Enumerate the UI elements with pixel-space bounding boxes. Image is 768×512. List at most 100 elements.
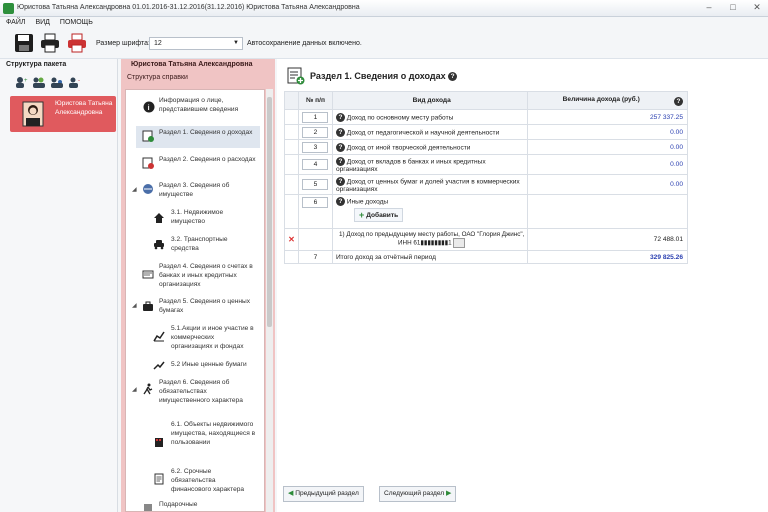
row-number-cell: 5 [297,174,333,195]
row-action [284,124,299,140]
nav-item-used-property[interactable]: 6.1. Объекты недвижимого имущества, нахо… [171,420,257,447]
house-icon [154,213,164,223]
menu-file[interactable]: ФАЙЛ [6,17,25,29]
prev-section-button[interactable]: ◀ Предыдущий раздел [283,486,364,502]
nav-item-section-3[interactable]: Раздел 3. Сведения об имуществе [159,181,257,199]
row-action [284,154,299,175]
remove-person-icon[interactable]: - [68,76,82,88]
help-icon[interactable]: ? [335,197,345,206]
font-size-select[interactable]: 12 ▼ [149,37,243,50]
nav-item-section-6[interactable]: Раздел 6. Сведения об обязательствах иму… [159,378,257,405]
close-button[interactable]: ✕ [750,2,764,14]
nav-scrollbar[interactable] [266,89,273,512]
window-title: Юристова Татьяна Александровна 01.01.201… [17,4,360,11]
row-kind-cell: ? Доход по основному месту работы [331,109,529,125]
help-icon[interactable]: ? [335,156,345,166]
help-icon[interactable]: ? [335,112,345,122]
income-section-icon [287,67,305,85]
print-icon[interactable] [40,33,60,53]
toolbar: Размер шрифта: 12 ▼ Автосохранение данны… [0,29,768,59]
main-content: Раздел 1. Сведения о доходах ? № п/п Вид… [277,59,768,512]
row-kind-cell: ? Иные доходы + Добавить [331,194,529,229]
help-icon[interactable]: ? [335,176,345,186]
row-number-cell: 4 [297,154,333,175]
nav-item-section-2[interactable]: Раздел 2. Сведения о расходах [159,155,257,164]
nav-scrollbar-thumb[interactable] [267,97,272,327]
nav-tree: i Информация о лице, представившем сведе… [125,89,265,512]
table-row-subitem: ✕ 1) Доход по предыдущему месту работы, … [284,228,688,251]
row-number-cell: 2 [297,124,333,140]
nav-item-obligations[interactable]: 6.2. Срочные обязательства финансового х… [171,467,257,494]
print-red-icon[interactable] [67,33,87,53]
font-size-value: 12 [154,40,162,47]
edit-icon[interactable] [453,238,466,248]
car-icon [154,240,164,250]
add-child-icon[interactable] [50,76,64,88]
help-icon[interactable]: ? [674,96,683,106]
briefcase-icon [143,301,153,311]
next-section-button[interactable]: Следующий раздел ▶ [379,486,457,502]
nav-item-shares[interactable]: 5.1.Акции и иное участие в коммерческих … [171,324,257,351]
add-spouse-icon[interactable] [32,76,46,88]
package-toolbar: + - [14,76,82,88]
row-kind: Доход от вкладов в банках и иных кредитн… [335,157,486,173]
nav-item-info[interactable]: Информация о лице, представившем сведени… [159,96,257,114]
row-number-cell: 6 [297,194,333,229]
nav-item-section-5[interactable]: Раздел 5. Сведения о ценных бумагах [159,297,257,315]
nav-item-vehicles[interactable]: 3.2. Транспортные средства [171,235,257,253]
row-kind: Доход от иной творческой деятельности [346,143,471,151]
row-value [527,194,688,229]
svg-text:+: + [24,78,28,84]
help-icon[interactable]: ? [448,72,458,82]
row-number: 3 [302,141,329,153]
help-icon[interactable]: ? [335,127,345,137]
expand-caret-icon[interactable]: ◢ [132,186,137,193]
plus-icon: + [358,210,365,220]
row-kind-cell: ? Доход от вкладов в банках и иных креди… [331,154,529,175]
sub-row-number [297,228,333,251]
expand-caret-icon[interactable]: ◢ [132,302,137,309]
nav-item-real-estate[interactable]: 3.1. Недвижимое имущество [171,208,257,226]
menu-help[interactable]: ПОМОЩЬ [60,17,93,29]
property-icon [143,184,153,194]
expenses-icon [142,157,154,169]
row-value[interactable]: 0.00 [527,124,688,140]
running-icon [143,383,153,395]
row-value[interactable]: 0.00 [527,154,688,175]
minimize-button[interactable]: – [702,2,716,14]
row-number: 1 [302,111,329,123]
row-number-cell: 1 [297,109,333,125]
menu-view[interactable]: ВИД [35,17,49,29]
add-person-icon[interactable]: + [14,76,28,88]
svg-text:i: i [148,105,150,112]
help-icon[interactable]: ? [335,142,345,152]
nav-item-section-1[interactable]: Раздел 1. Сведения о доходах [159,128,257,137]
income-table: № п/п Вид дохода Величина дохода (руб.) … [284,91,688,264]
row-value[interactable]: 0.00 [527,174,688,195]
expand-caret-icon[interactable]: ◢ [132,386,137,393]
building-icon [155,438,163,447]
arrow-left-icon: ◀ [288,490,294,497]
info-icon: i [143,101,155,113]
package-structure-panel: Структура пакета + - Юристова Татьяна Ал… [0,59,118,512]
header-kind: Вид дохода [331,91,529,110]
row-value[interactable]: 0.00 [527,139,688,155]
save-icon[interactable] [14,33,34,53]
row-kind: Иные доходы [346,198,389,206]
table-row: 2 ? Доход от педагогической и научной де… [284,124,688,140]
person-card[interactable]: Юристова Татьяна Александровна [10,96,116,132]
page-title-text: Раздел 1. Сведения о доходах [310,71,446,81]
nav-item-other-securities[interactable]: 5.2 Иные ценные бумаги [171,360,257,369]
add-button[interactable]: + Добавить [353,208,404,222]
nav-item-gifts[interactable]: Подарочные [159,500,257,509]
table-row: 3 ? Доход от иной творческой деятельност… [284,139,688,155]
next-section-label: Следующий раздел [384,490,445,497]
nav-item-section-4[interactable]: Раздел 4. Сведения о счетах в банках и и… [159,262,257,289]
maximize-button[interactable]: □ [726,2,740,14]
nav-subtitle: Структура справки [127,74,188,81]
row-number: 6 [302,197,329,208]
income-icon [142,130,154,142]
row-value[interactable]: 257 337.25 [527,109,688,125]
report-structure-panel: Юристова Татьяна Александровна Структура… [121,59,275,512]
delete-icon[interactable]: ✕ [284,228,299,251]
